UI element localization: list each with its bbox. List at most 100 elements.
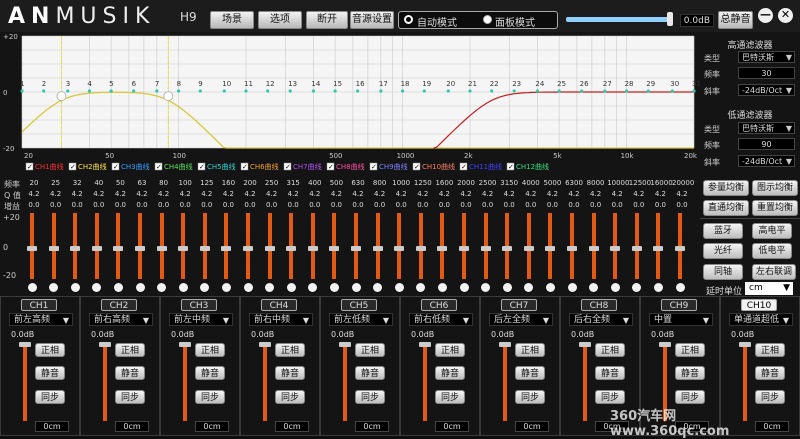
channel-tab[interactable]: CH10 [741,299,777,311]
high-pass-freq-input[interactable]: 30 [738,67,795,79]
band-fader-knob[interactable] [588,246,599,251]
source-settings-button[interactable]: 音源设置 [350,11,394,29]
band-frequency-cell[interactable]: 500 [326,179,346,187]
band-gain-cell[interactable]: 0.0 [607,201,627,209]
straight-eq-button[interactable]: 直通均衡 [703,200,749,216]
low-pass-freq-input[interactable]: 90 [738,138,795,150]
channel-gain-slider[interactable] [343,345,347,421]
channel-phase-button[interactable]: 正相 [115,343,145,357]
band-q-cell[interactable]: 4.2 [564,190,584,198]
channel-phase-button[interactable]: 正相 [595,343,625,357]
graphic-eq-button[interactable]: 图示均衡 [752,180,798,196]
minimize-icon[interactable]: — [758,8,773,23]
band-gain-cell[interactable]: 0.0 [413,201,433,209]
mute-all-button[interactable]: 总静音 [718,11,753,29]
band-bypass-toggle[interactable] [373,283,383,292]
band-frequency-cell[interactable]: 630 [348,179,368,187]
channel-tab[interactable]: CH2 [101,299,137,311]
band-frequency-cell[interactable]: 40 [89,179,109,187]
channel-mute-button[interactable]: 静音 [115,366,145,380]
channel-sync-button[interactable]: 同步 [115,390,145,404]
channel-phase-button[interactable]: 正相 [675,343,705,357]
band-fader-knob[interactable] [221,246,232,251]
low-pass-slope-select[interactable]: -24dB/Oct ▼ [738,155,795,167]
band-gain-cell[interactable]: 0.0 [456,201,476,209]
channel-phase-button[interactable]: 正相 [195,343,225,357]
channel-tab[interactable]: CH7 [501,299,537,311]
channel-source-select[interactable]: 前左低频 ▼ [329,313,393,326]
band-fader-knob[interactable] [351,246,361,251]
band-gain-cell[interactable]: 0.0 [672,201,692,209]
band-gain-cell[interactable]: 0.0 [197,201,217,209]
channel-delay-field[interactable]: 0cm [435,421,469,432]
band-gain-cell[interactable]: 0.0 [629,201,649,209]
band-q-cell[interactable]: 4.2 [132,190,152,198]
band-fader-knob[interactable] [286,246,297,251]
channel-gain-knob[interactable] [259,342,271,347]
reset-eq-button[interactable]: 重置均衡 [752,200,798,216]
close-icon[interactable]: ✕ [778,8,793,23]
band-fader-knob[interactable] [329,246,340,251]
band-frequency-cell[interactable]: 63 [132,179,152,187]
band-frequency-cell[interactable]: 1000 [391,179,411,187]
band-bypass-toggle[interactable] [416,283,426,292]
band-fader-knob[interactable] [372,246,383,251]
channel-gain-knob[interactable] [419,342,431,347]
band-frequency-cell[interactable]: 25 [46,179,66,187]
channel-source-select[interactable]: 前右中频 ▼ [249,313,313,326]
channel-gain-knob[interactable] [739,342,751,347]
band-bypass-toggle[interactable] [49,283,59,292]
band-bypass-toggle[interactable] [589,283,599,292]
band-bypass-toggle[interactable] [70,283,80,292]
high-level-input-button[interactable]: 高电平 [752,223,792,239]
channel-gain-slider[interactable] [423,345,427,421]
band-bypass-toggle[interactable] [545,283,555,292]
band-frequency-cell[interactable]: 80 [154,179,174,187]
channel-gain-knob[interactable] [99,342,111,347]
band-fader-knob[interactable] [156,246,167,251]
band-gain-cell[interactable]: 0.0 [305,201,325,209]
band-frequency-cell[interactable]: 1250 [413,179,433,187]
band-frequency-cell[interactable]: 12500 [629,179,651,187]
band-fader-knob[interactable] [113,246,124,251]
master-volume-slider[interactable] [566,17,672,22]
high-pass-slope-select[interactable]: -24dB/Oct ▼ [738,84,795,96]
band-q-cell[interactable]: 4.2 [89,190,109,198]
band-bypass-toggle[interactable] [524,283,534,292]
channel-sync-button[interactable]: 同步 [675,390,705,404]
band-frequency-cell[interactable]: 6300 [564,179,584,187]
band-bypass-toggle[interactable] [200,283,210,292]
channel-gain-slider[interactable] [583,345,587,421]
delay-unit-select[interactable]: cm ▼ [745,282,793,295]
band-gain-cell[interactable]: 0.0 [434,201,454,209]
scene-button[interactable]: 场景 [210,11,254,29]
channel-sync-button[interactable]: 同步 [35,390,65,404]
band-bypass-toggle[interactable] [308,283,318,292]
band-gain-cell[interactable]: 0.0 [348,201,368,209]
band-fader-knob[interactable] [610,246,621,251]
band-bypass-toggle[interactable] [437,283,447,292]
band-fader-knob[interactable] [91,246,102,251]
channel-source-select[interactable]: 前左高频 ▼ [9,313,73,326]
band-gain-cell[interactable]: 0.0 [326,201,346,209]
band-q-cell[interactable]: 4.2 [46,190,66,198]
band-fader-knob[interactable] [178,246,189,251]
channel-tab[interactable]: CH9 [661,299,697,311]
channel-gain-slider[interactable] [23,345,27,421]
band-bypass-toggle[interactable] [610,283,620,292]
channel-mute-button[interactable]: 静音 [35,366,65,380]
band-gain-cell[interactable]: 0.0 [391,201,411,209]
band-fader-knob[interactable] [264,246,275,251]
param-eq-button[interactable]: 参量均衡 [703,180,749,196]
band-gain-cell[interactable]: 0.0 [218,201,238,209]
bluetooth-input-button[interactable]: 蓝牙 [703,223,743,239]
band-frequency-cell[interactable]: 200 [240,179,260,187]
channel-delay-field[interactable]: 0cm [515,421,549,432]
band-q-cell[interactable]: 4.2 [262,190,282,198]
lr-link-button[interactable]: 左右联调 [752,264,796,280]
band-bypass-toggle[interactable] [675,283,685,292]
band-frequency-cell[interactable]: 50 [110,179,130,187]
band-fader-knob[interactable] [437,246,448,251]
band-frequency-cell[interactable]: 160 [218,179,238,187]
high-pass-type-select[interactable]: 巴特沃斯 ▼ [738,51,795,63]
